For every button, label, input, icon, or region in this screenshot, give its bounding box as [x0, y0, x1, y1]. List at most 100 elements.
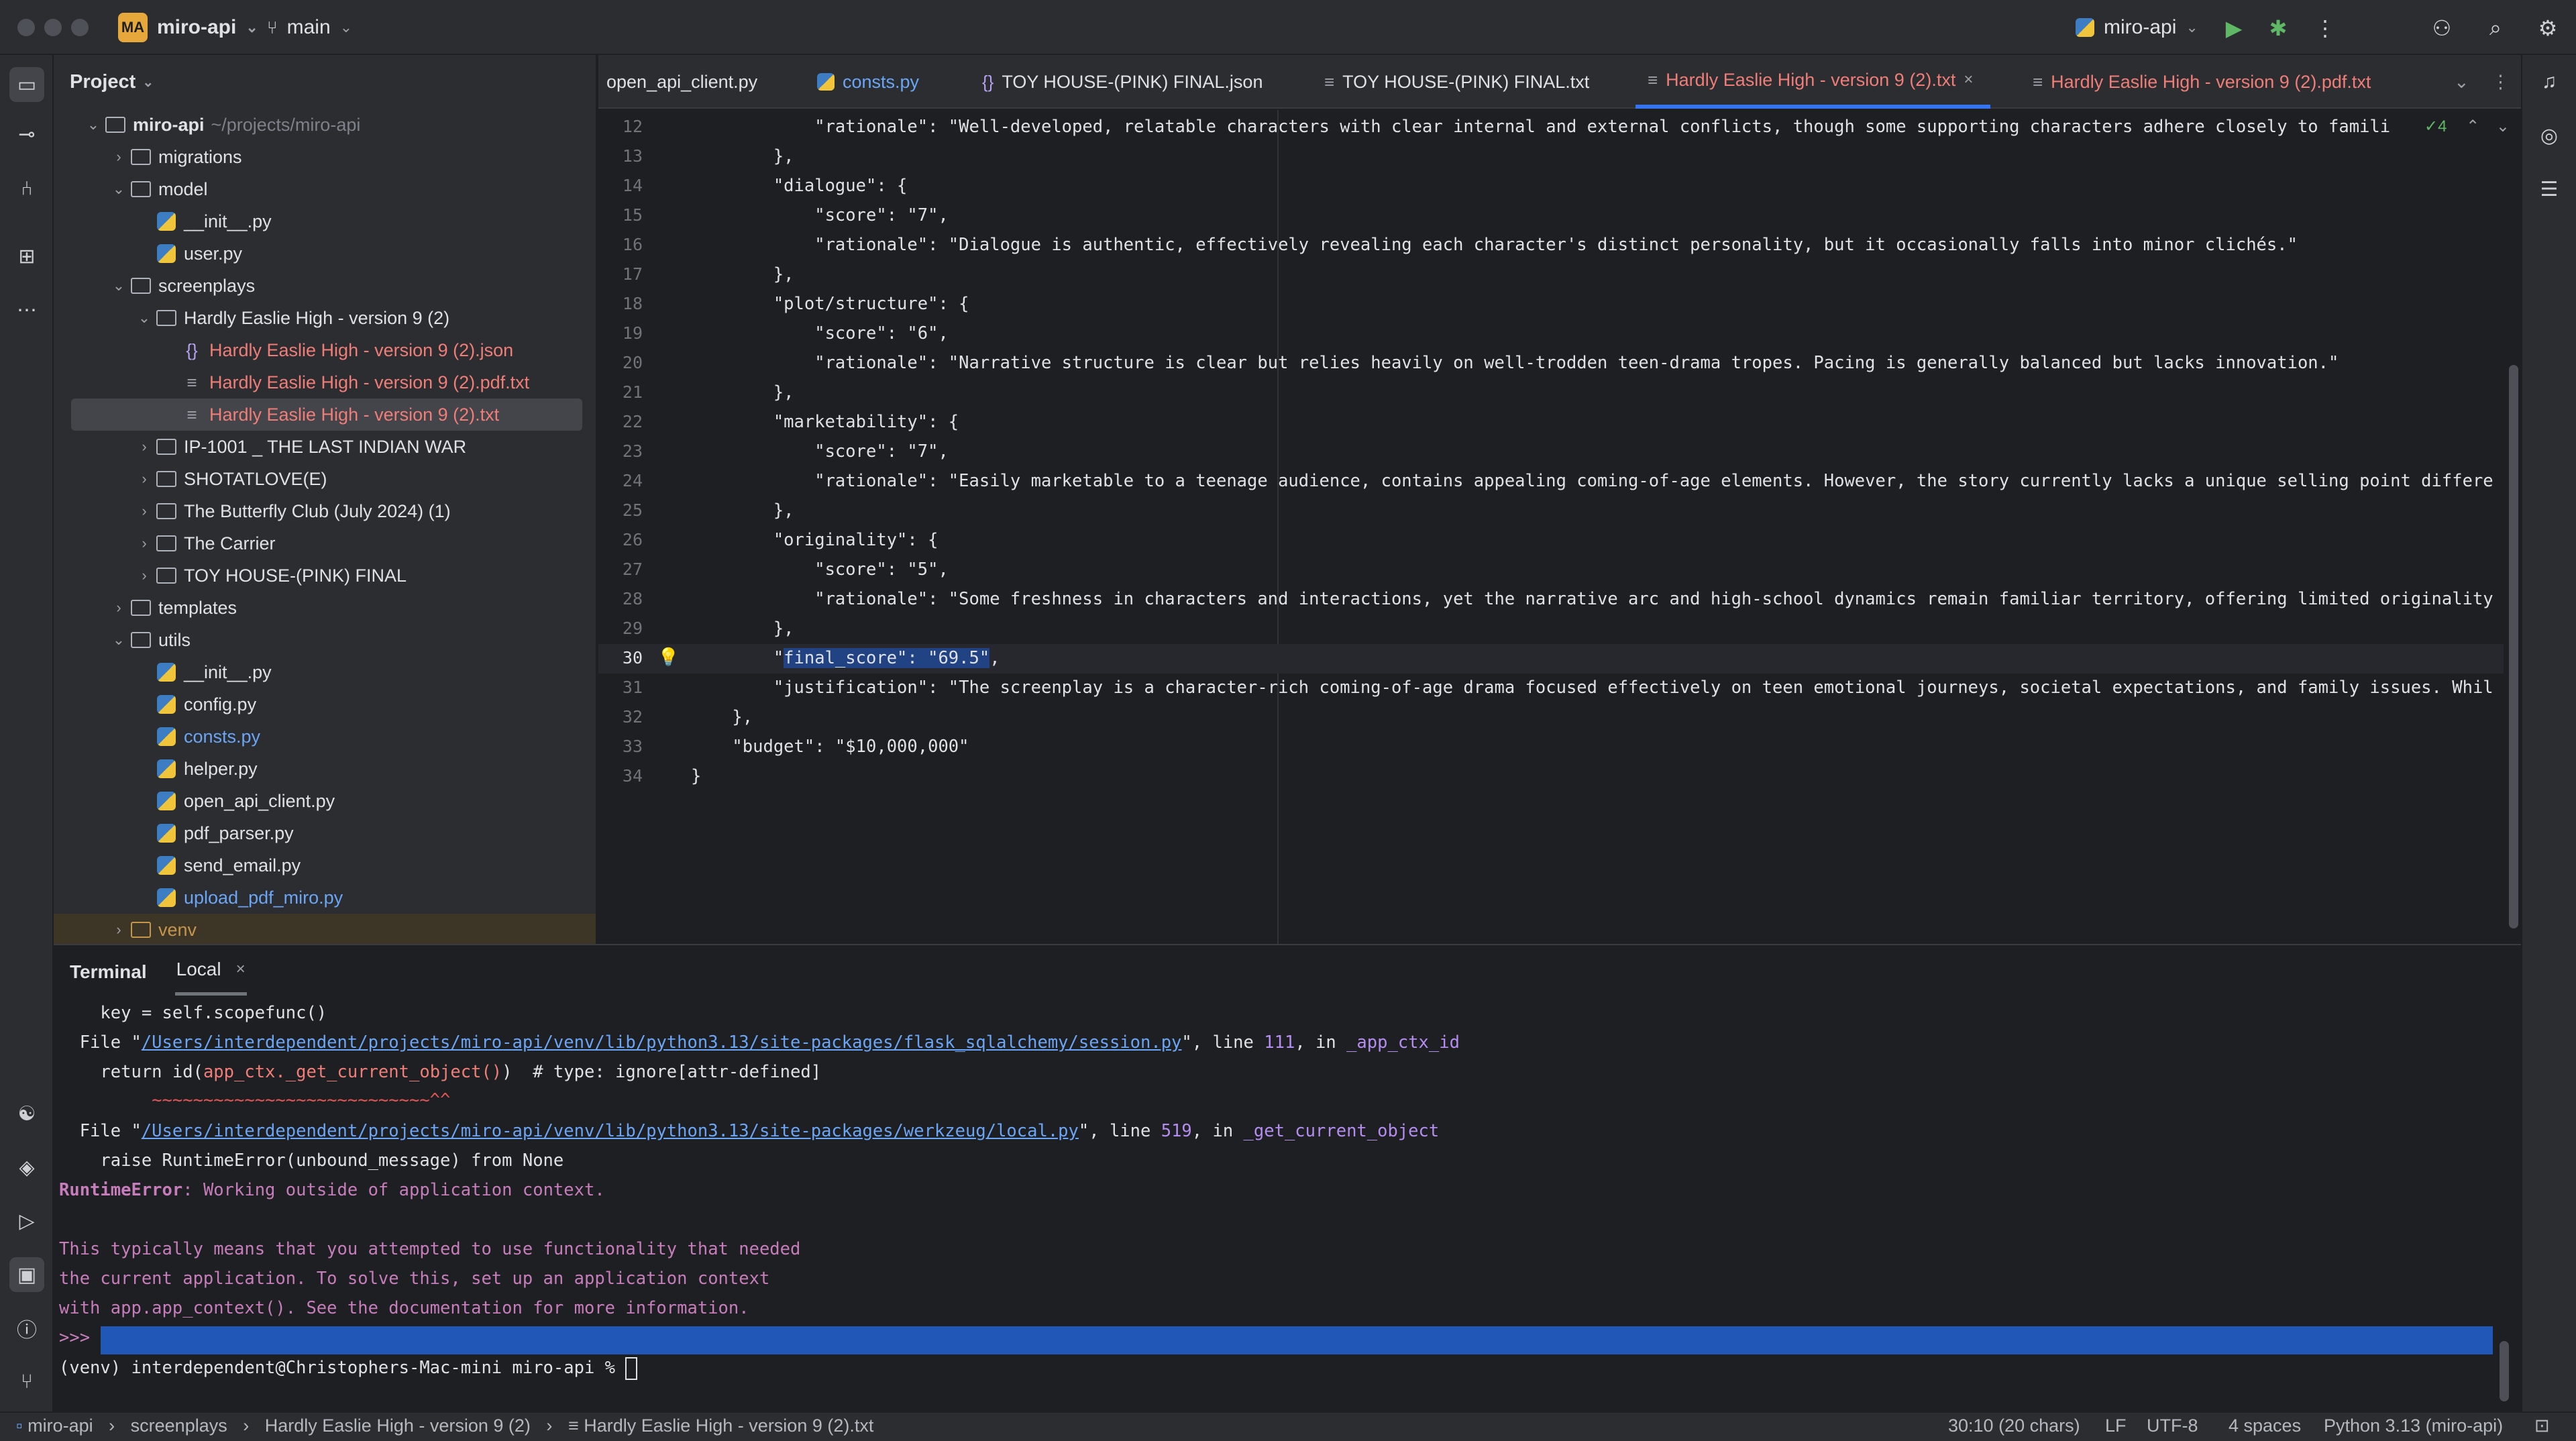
file-link[interactable]: /Users/interdependent/projects/miro-api/… [142, 1032, 1182, 1053]
tab-hardly-easlie-pdf-txt[interactable]: ≡ Hardly Easlie High - version 9 (2).pdf… [2033, 55, 2371, 109]
project-tool-icon[interactable]: ▭ [9, 67, 44, 102]
chevron-right-icon[interactable]: › [134, 535, 154, 552]
chevron-up-icon[interactable]: ⌃ [2466, 117, 2479, 136]
chevron-right-icon[interactable]: › [134, 438, 154, 456]
python-interpreter[interactable]: Python 3.13 (miro-api) [2324, 1416, 2503, 1436]
settings-gear-icon[interactable]: ⚙ [2533, 13, 2563, 43]
file-link[interactable]: /Users/interdependent/projects/miro-api/… [142, 1121, 1079, 1141]
close-tab-icon[interactable]: × [1964, 70, 1973, 89]
chevron-down-icon[interactable]: ⌄ [109, 180, 129, 198]
terminal-line: ~~~~~~~~~~~~~~~~~~~~~~~~~~~^^ [59, 1090, 451, 1110]
tree-file[interactable]: {} Hardly Easlie High - version 9 (2).jso… [54, 334, 596, 366]
tab-open-api-client[interactable]: open_api_client.py [606, 55, 757, 109]
chevron-right-icon[interactable]: › [134, 567, 154, 584]
run-config-selector[interactable]: miro-api ⌄ [2076, 0, 2198, 55]
debug-icon[interactable]: ✱ [2263, 13, 2293, 43]
indent-setting[interactable]: 4 spaces [2229, 1416, 2301, 1436]
tree-folder[interactable]: › The Carrier [54, 527, 596, 559]
python-console-icon[interactable]: ☯ [9, 1096, 44, 1131]
chevron-down-icon[interactable]: ⌄ [2496, 117, 2510, 136]
terminal-scrollbar[interactable] [2500, 1341, 2509, 1401]
tree-folder[interactable]: ⌄ miro-api ~/projects/miro-api [54, 109, 596, 141]
breadcrumb-item[interactable]: miro-api [28, 1416, 93, 1436]
tree-folder[interactable]: › IP-1001 _ THE LAST INDIAN WAR [54, 431, 596, 463]
tree-file[interactable]: helper.py [54, 753, 596, 785]
tree-file[interactable]: pdf_parser.py [54, 817, 596, 849]
tree-folder[interactable]: › venv [54, 914, 596, 944]
tree-folder[interactable]: ⌄ utils [54, 624, 596, 656]
tree-folder[interactable]: ⌄ Hardly Easlie High - version 9 (2) [54, 302, 596, 334]
chevron-right-icon[interactable]: › [134, 470, 154, 488]
chevron-right-icon[interactable]: › [109, 921, 129, 939]
inspection-widget[interactable]: ✓4 ⌃ ⌄ [2424, 117, 2510, 136]
tree-file[interactable]: __init__.py [54, 205, 596, 237]
tab-list-dropdown-icon[interactable]: ⌄ [2454, 55, 2469, 109]
tree-file[interactable]: send_email.py [54, 849, 596, 882]
project-panel-header[interactable]: Project ⌄ [54, 55, 596, 109]
more-tools-icon[interactable]: ⋯ [9, 292, 44, 327]
line-separator[interactable]: LF [2105, 1416, 2127, 1436]
tree-folder[interactable]: › migrations [54, 141, 596, 173]
layers-icon[interactable]: ◈ [9, 1150, 44, 1185]
breadcrumb-item[interactable]: screenplays [131, 1416, 227, 1436]
chevron-down-icon[interactable]: ⌄ [109, 631, 129, 649]
pull-requests-icon[interactable]: ⑃ [9, 172, 44, 207]
caret-position[interactable]: 30:10 (20 chars) [1948, 1416, 2080, 1436]
tab-consts[interactable]: consts.py [817, 55, 919, 109]
tree-file[interactable]: config.py [54, 688, 596, 720]
terminal-prompt[interactable]: (venv) interdependent@Christophers-Mac-m… [59, 1357, 638, 1380]
breadcrumb-item[interactable]: Hardly Easlie High - version 9 (2).txt [584, 1416, 873, 1436]
chevron-down-icon[interactable]: ⌄ [134, 309, 154, 327]
problems-icon[interactable]: ⓘ [9, 1311, 44, 1346]
tree-file[interactable]: open_api_client.py [54, 785, 596, 817]
tab-toy-house-txt[interactable]: ≡ TOY HOUSE-(PINK) FINAL.txt [1324, 55, 1589, 109]
tree-folder[interactable]: › TOY HOUSE-(PINK) FINAL [54, 559, 596, 592]
tab-local-session[interactable]: Local × [174, 949, 247, 996]
ai-assistant-icon[interactable]: ◎ [2532, 118, 2567, 153]
git-tool-icon[interactable]: ⑂ [9, 1365, 44, 1399]
tree-file[interactable]: ≡ Hardly Easlie High - version 9 (2).pdf.… [54, 366, 596, 398]
search-icon[interactable]: ⌕ [2481, 13, 2510, 43]
tree-file[interactable]: __init__.py [54, 656, 596, 688]
editor-scrollbar[interactable] [2509, 365, 2518, 928]
tree-folder[interactable]: › SHOTATLOVE(E) [54, 463, 596, 495]
tab-hardly-easlie-txt[interactable]: ≡ Hardly Easlie High - version 9 (2).txt… [1635, 55, 1991, 109]
services-icon[interactable]: ▷ [9, 1204, 44, 1238]
tree-file[interactable]: upload_pdf_miro.py [54, 882, 596, 914]
run-icon[interactable]: ▶ [2219, 13, 2249, 43]
structure-icon[interactable]: ⊞ [9, 239, 44, 274]
zoom-window-button[interactable] [71, 19, 89, 36]
tree-item-label: config.py [184, 694, 257, 714]
close-window-button[interactable] [17, 19, 35, 36]
branch-switcher[interactable]: ⑂ main ⌄ [267, 0, 352, 55]
database-icon[interactable]: ☰ [2532, 172, 2567, 207]
tree-folder[interactable]: › The Butterfly Club (July 2024) (1) [54, 495, 596, 527]
chevron-right-icon[interactable]: › [109, 599, 129, 617]
notifications-bell-icon[interactable]: ♫ [2532, 64, 2567, 99]
folder-icon [154, 566, 178, 586]
tab-toy-house-json[interactable]: {} TOY HOUSE-(PINK) FINAL.json [982, 55, 1263, 109]
file-encoding[interactable]: UTF-8 [2147, 1416, 2198, 1436]
project-switcher[interactable]: MA miro-api ⌄ [118, 0, 258, 55]
terminal-tool-icon[interactable]: ▣ [9, 1257, 44, 1292]
chevron-right-icon[interactable]: › [109, 148, 129, 166]
tree-folder[interactable]: ⌄ model [54, 173, 596, 205]
minimize-window-button[interactable] [44, 19, 62, 36]
commit-tool-icon[interactable]: ⊸ [9, 117, 44, 152]
tree-file[interactable]: consts.py [54, 720, 596, 753]
close-session-icon[interactable]: × [236, 960, 246, 979]
tree-file[interactable]: user.py [54, 237, 596, 270]
chevron-down-icon[interactable]: ⌄ [109, 277, 129, 295]
tab-more-icon[interactable]: ⋮ [2491, 55, 2510, 109]
more-actions-icon[interactable]: ⋮ [2310, 13, 2340, 43]
code-editor[interactable]: 12 "rationale": "Well-developed, relatab… [598, 110, 2521, 944]
tree-folder[interactable]: ⌄ screenplays [54, 270, 596, 302]
tree-file[interactable]: ≡ Hardly Easlie High - version 9 (2).txt [71, 398, 582, 431]
add-user-icon[interactable]: ⚇ [2427, 13, 2457, 43]
tree-folder[interactable]: › templates [54, 592, 596, 624]
breadcrumb-item[interactable]: Hardly Easlie High - version 9 (2) [265, 1416, 531, 1436]
lightbulb-icon[interactable]: 💡 [657, 647, 679, 668]
lock-icon[interactable]: ⊡ [2534, 1416, 2550, 1436]
chevron-right-icon[interactable]: › [134, 502, 154, 520]
chevron-down-icon[interactable]: ⌄ [83, 116, 103, 134]
